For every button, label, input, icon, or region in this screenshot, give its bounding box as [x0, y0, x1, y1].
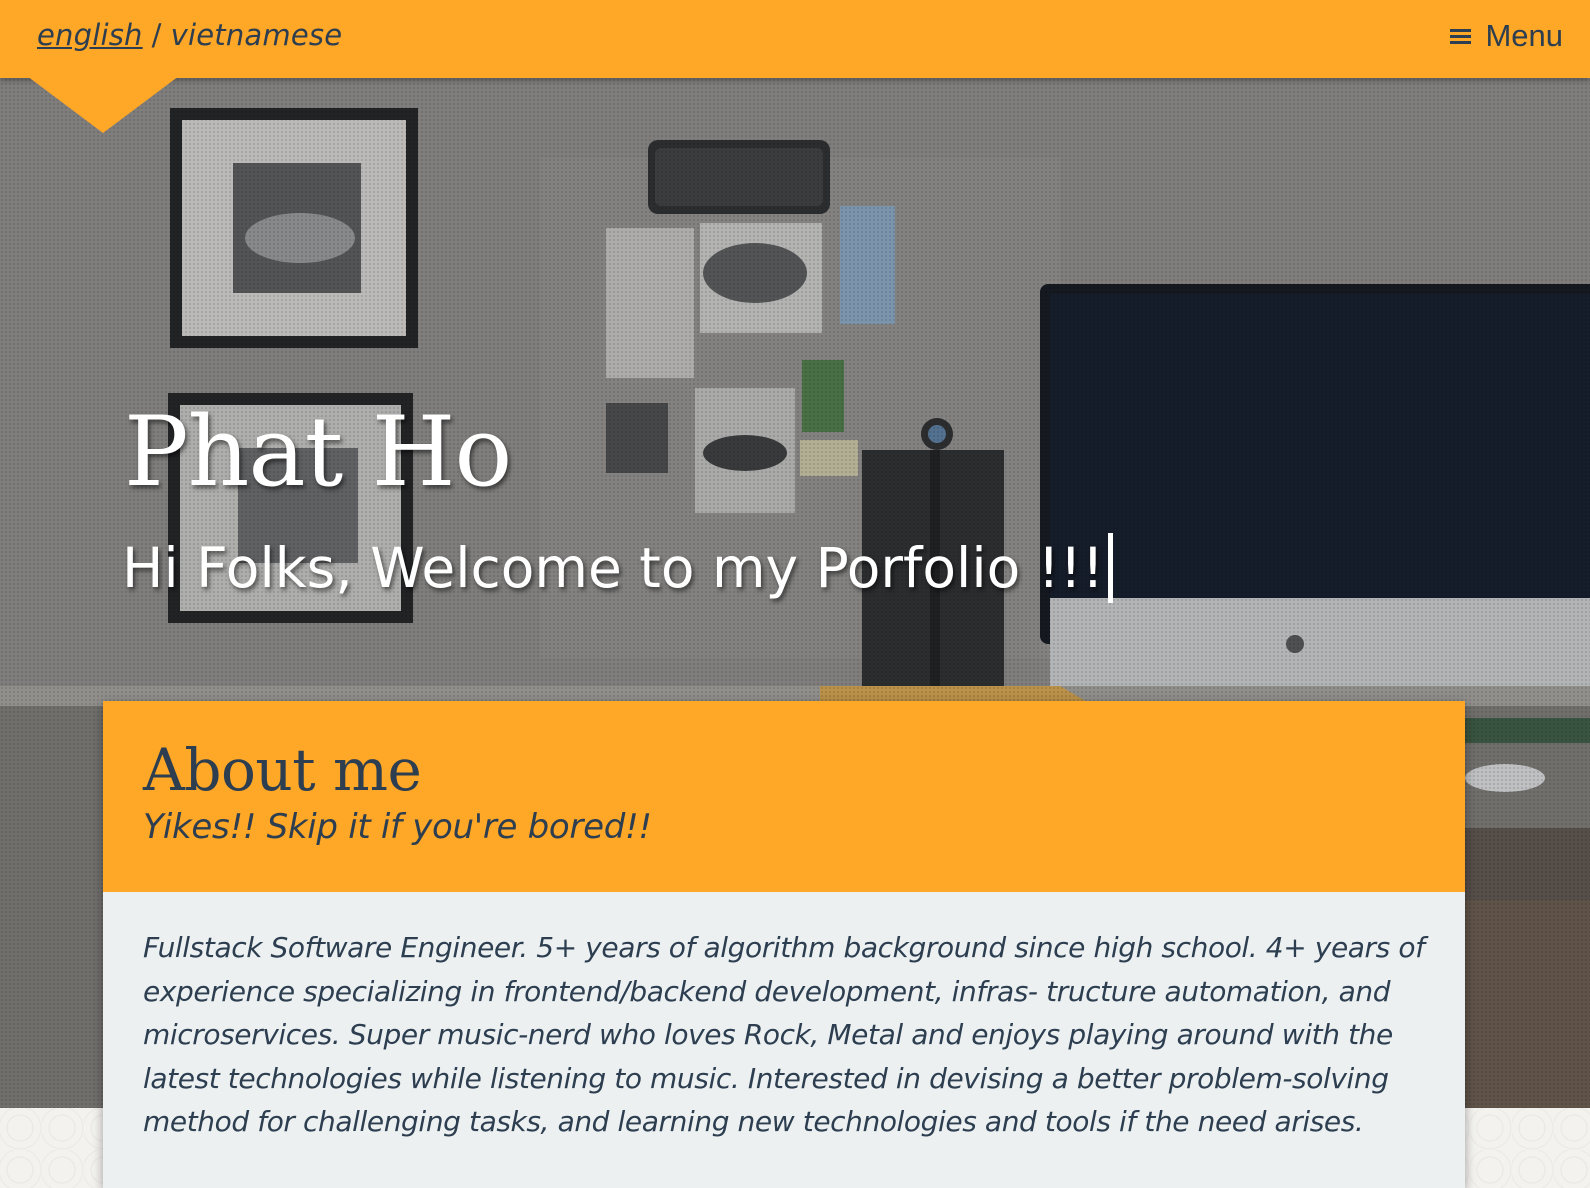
menu-label: Menu — [1485, 18, 1563, 53]
hero-title: Phat Ho — [124, 396, 512, 508]
lang-separator: / — [151, 18, 162, 52]
typing-caret — [1107, 533, 1113, 603]
about-tagline: Yikes!! Skip it if you're bored!! — [143, 807, 652, 847]
about-text: Fullstack Software Engineer. 5+ years of… — [143, 931, 1425, 1138]
menu-button[interactable]: Menu — [1450, 18, 1563, 54]
language-switcher: english / vietnamese — [37, 18, 342, 52]
hero-subtitle-text: Hi Folks, Welcome to my Porfolio !!! — [122, 536, 1104, 600]
top-navbar: english / vietnamese Menu — [0, 0, 1590, 78]
lang-vietnamese-link[interactable]: vietnamese — [171, 18, 343, 52]
navbar-notch — [27, 76, 179, 133]
about-body: Fullstack Software Engineer. 5+ years of… — [103, 892, 1465, 1188]
hamburger-icon — [1450, 28, 1472, 45]
about-card: About me Yikes!! Skip it if you're bored… — [103, 701, 1465, 1188]
about-header: About me Yikes!! Skip it if you're bored… — [103, 701, 1465, 892]
about-title: About me — [143, 736, 422, 804]
lang-english-link[interactable]: english — [37, 18, 143, 52]
hero-subtitle: Hi Folks, Welcome to my Porfolio !!! — [122, 533, 1113, 603]
